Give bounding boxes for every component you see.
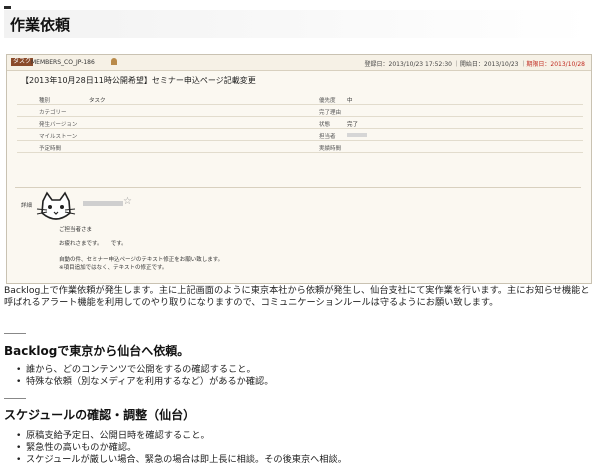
list-item: 原稿支給予定日、公開日時を確認すること。 bbox=[16, 430, 347, 442]
field-label: 発生バージョン bbox=[39, 122, 78, 128]
start-date: 開始日：2013/10/23 bbox=[459, 61, 519, 68]
field-label: 担当者 bbox=[319, 134, 336, 140]
section-divider bbox=[15, 187, 581, 188]
backlog-screenshot: タスク MEMBERS_CO_JP-186 登録日：2013/10/23 17:… bbox=[6, 54, 592, 284]
field-label: 状態 bbox=[319, 122, 331, 128]
message-line: ※項目追加ではなく、テキストの修正です。 bbox=[59, 265, 168, 271]
heading-separator bbox=[4, 333, 26, 334]
field-label: マイルストーン bbox=[39, 134, 78, 140]
message-line: 自動の件、セミナー申込ページのテキスト修正をお願い致します。 bbox=[59, 257, 224, 263]
cat-avatar-icon bbox=[36, 191, 76, 220]
bullet-list: 原稿支給予定日、公開日時を確認すること。 緊急性の高いものか確認。 スケジュール… bbox=[16, 430, 347, 466]
list-item: 緊急性の高いものか確認。 bbox=[16, 442, 347, 454]
issue-topbar: タスク MEMBERS_CO_JP-186 登録日：2013/10/23 17:… bbox=[7, 55, 591, 71]
field-label: 種別 bbox=[39, 98, 51, 104]
page-title: 作業依頼 bbox=[10, 16, 71, 34]
list-item: 特殊な依頼（別なメディアを利用するなど）があるか確認。 bbox=[16, 376, 273, 388]
section-heading: Backlogで東京から仙台へ依頼。 bbox=[4, 344, 190, 358]
message-line: お疲れさまです。 です。 bbox=[59, 241, 127, 247]
page-header: 作業依頼 bbox=[4, 6, 592, 38]
field-label: カテゴリー bbox=[39, 110, 67, 116]
heading-separator bbox=[4, 398, 26, 399]
field-value: 中 bbox=[347, 98, 353, 104]
registered-date: 登録日：2013/10/23 17:52:30 bbox=[364, 61, 452, 68]
message-line: ご担当者さま bbox=[59, 227, 93, 233]
username-redacted bbox=[83, 201, 123, 206]
field-row: 種別 タスク 優先度 中 bbox=[17, 93, 583, 105]
issue-key[interactable]: MEMBERS_CO_JP-186 bbox=[31, 59, 95, 66]
bullet-list: 誰から、どのコンテンツで公開をするの確認すること。 特殊な依頼（別なメディアを利… bbox=[16, 364, 273, 388]
field-row: 予定時間 実績時間 bbox=[17, 141, 583, 153]
field-label: 実績時間 bbox=[319, 146, 342, 152]
field-label: 優先度 bbox=[319, 98, 336, 104]
field-row: マイルストーン 担当者 bbox=[17, 129, 583, 141]
detail-label: 詳細 bbox=[21, 203, 33, 209]
issue-summary: 【2013年10月28日11時公開希望】セミナー申込ページ記載変更 bbox=[21, 76, 256, 85]
field-value: タスク bbox=[89, 98, 106, 104]
field-row: カテゴリー 完了理由 bbox=[17, 105, 583, 117]
field-row: 発生バージョン 状態 完了 bbox=[17, 117, 583, 129]
issue-icon bbox=[111, 58, 117, 65]
section-heading: スケジュールの確認・調整（仙台） bbox=[4, 408, 196, 422]
field-label: 予定時間 bbox=[39, 146, 62, 152]
issue-type-badge: タスク bbox=[11, 58, 34, 66]
issue-dates: 登録日：2013/10/23 17:52:30 ｜開始日：2013/10/23 … bbox=[364, 61, 585, 68]
header-accent bbox=[4, 6, 11, 9]
assignee-redacted bbox=[347, 132, 367, 138]
due-date: 期限日：2013/10/28 bbox=[526, 61, 585, 68]
list-item: スケジュールが厳しい場合、緊急の場合は即上長に相談。その後東京へ相談。 bbox=[16, 454, 347, 466]
list-item: 誰から、どのコンテンツで公開をするの確認すること。 bbox=[16, 364, 273, 376]
field-value: 完了 bbox=[347, 122, 359, 128]
star-icon[interactable]: ☆ bbox=[123, 196, 132, 207]
intro-paragraph: Backlog上で作業依頼が発生します。主に上記画面のように東京本社から依頼が発… bbox=[4, 285, 590, 308]
field-label: 完了理由 bbox=[319, 110, 342, 116]
